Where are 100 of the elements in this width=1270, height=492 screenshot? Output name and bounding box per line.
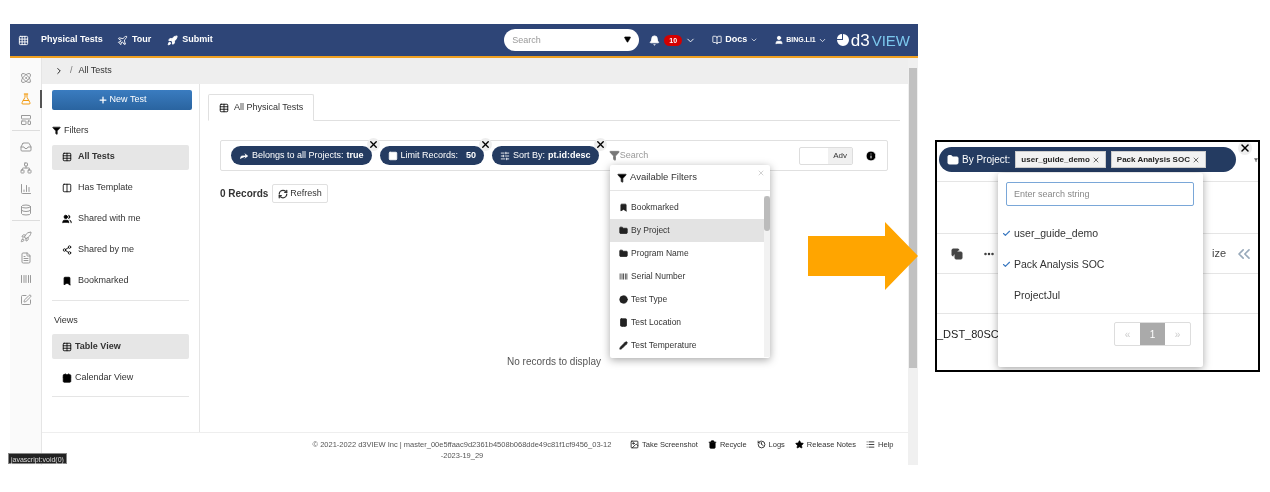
calendar-icon [62, 372, 72, 383]
barcode-icon[interactable] [19, 273, 32, 285]
table-icon [219, 102, 229, 113]
scrollbar[interactable] [764, 196, 770, 357]
filter-option[interactable]: Test Location [610, 311, 764, 334]
search-field[interactable]: Search [619, 148, 720, 163]
rocket-icon[interactable] [19, 231, 32, 243]
tag[interactable]: Pack Analysis SOC [1110, 151, 1206, 168]
check-icon [1002, 229, 1011, 238]
bookmark-icon [619, 203, 628, 212]
tab[interactable]: All Physical Tests [208, 94, 315, 121]
flask-icon[interactable] [19, 93, 32, 105]
tag[interactable]: user_guide_demo [1015, 151, 1106, 168]
sidebar-item[interactable]: Shared by me [52, 237, 189, 263]
chart-icon[interactable] [19, 183, 32, 195]
popup-title: Available Filters [617, 170, 697, 185]
copy-icon [951, 247, 963, 260]
plus-icon [97, 95, 108, 105]
trash-icon [707, 440, 717, 450]
filter-icon[interactable] [608, 150, 620, 161]
breadcrumb-separator: / [70, 64, 73, 78]
folder-icon [619, 226, 628, 235]
views-heading: Views [53, 313, 79, 327]
barcode-icon [619, 272, 628, 281]
filter-icon [1254, 155, 1258, 165]
checkbox-icon [387, 150, 398, 161]
sidebar-item[interactable]: Has Template [52, 175, 189, 201]
file-icon[interactable] [19, 252, 32, 264]
remove-chip-icon[interactable] [366, 138, 380, 151]
grid-menu-icon[interactable] [18, 34, 29, 46]
filter-option[interactable]: Test Type [610, 288, 764, 311]
new-test-button[interactable]: New Test [52, 90, 192, 110]
remove-chip-icon[interactable] [479, 138, 493, 151]
sidebar-item[interactable]: Shared with me [52, 206, 189, 232]
refresh-button[interactable]: Refresh [272, 184, 328, 203]
share-icon [62, 245, 72, 255]
database-icon[interactable] [19, 204, 32, 216]
sidebar-item[interactable]: Bookmarked [52, 268, 189, 294]
rocket-icon [167, 34, 179, 46]
nav-link[interactable]: Submit [167, 33, 213, 47]
remove-tag-icon [1091, 155, 1100, 164]
inbox-icon[interactable] [19, 141, 32, 153]
forward-arrow-icon [239, 150, 249, 161]
remove-chip-icon[interactable] [593, 138, 607, 151]
app-title[interactable]: Physical Tests [41, 33, 103, 47]
sidebar-item[interactable]: Calendar View [52, 365, 189, 390]
caret-icon [624, 36, 632, 43]
project-option[interactable]: Pack Analysis SOC [998, 249, 1203, 280]
refresh-icon [278, 188, 289, 199]
project-option[interactable]: ProjectJul [998, 280, 1203, 311]
filter-chip[interactable]: Limit Records: 50 [379, 146, 485, 165]
adv-button[interactable]: Adv [828, 147, 852, 164]
breadcrumb-item[interactable]: All Tests [78, 64, 112, 78]
circle-icon [619, 295, 628, 304]
remove-chip-icon[interactable] [1238, 142, 1252, 155]
filter-chip[interactable]: Sort By: pt.id:desc [492, 146, 599, 165]
filters-heading: Filters [52, 124, 189, 138]
columns-icon [62, 183, 72, 193]
chevron-right-icon[interactable] [54, 66, 64, 76]
bell-icon[interactable] [649, 34, 661, 46]
info-icon[interactable] [865, 149, 877, 162]
sidebar-item[interactable]: All Tests [52, 144, 189, 170]
search-field[interactable]: Search [504, 29, 640, 51]
filter-option[interactable]: Bookmarked [610, 196, 764, 219]
filter-option[interactable]: By Project [610, 219, 764, 242]
folder-icon [947, 153, 959, 166]
sidebar-item[interactable]: Table View [52, 334, 189, 359]
network-icon[interactable] [19, 162, 32, 174]
project-option[interactable]: user_guide_demo [998, 218, 1203, 249]
close-icon[interactable] [757, 169, 765, 177]
star-icon [794, 440, 804, 450]
pencil-icon [619, 341, 628, 350]
search-field[interactable]: Enter search string [1006, 182, 1194, 206]
edit-icon[interactable] [19, 294, 32, 306]
records-count: 0 Records [220, 187, 269, 201]
layout-icon[interactable] [19, 114, 32, 126]
filter-chip[interactable]: Belongs to all Projects: true [231, 146, 372, 165]
filter-icon [617, 172, 627, 183]
pie-chart-icon [836, 34, 849, 46]
docs-menu[interactable]: Docs [712, 33, 759, 47]
filter-icon [52, 126, 61, 136]
filter-chip[interactable]: By Project: user_guide_demo Pack Analysis SOC [939, 147, 1236, 172]
folder-icon [619, 249, 628, 258]
history-icon [756, 440, 766, 450]
caret-icon [750, 36, 759, 44]
user-icon [774, 35, 785, 45]
filter-option[interactable]: Test Temperature [610, 334, 764, 357]
background-text: _DST_80SC [937, 326, 999, 342]
empty-message: No records to display [507, 355, 601, 369]
list-icon [866, 440, 876, 450]
plane-icon [116, 34, 128, 46]
filter-option[interactable]: Program Name [610, 242, 764, 265]
atom-icon[interactable] [19, 72, 32, 84]
sliders-icon [500, 150, 511, 161]
arrow-right-icon [808, 222, 918, 290]
table-icon [62, 152, 72, 162]
nav-link[interactable]: Tour [116, 33, 152, 47]
users-icon [62, 214, 72, 224]
book-icon [712, 35, 723, 45]
filter-option[interactable]: Serial Number [610, 265, 764, 288]
